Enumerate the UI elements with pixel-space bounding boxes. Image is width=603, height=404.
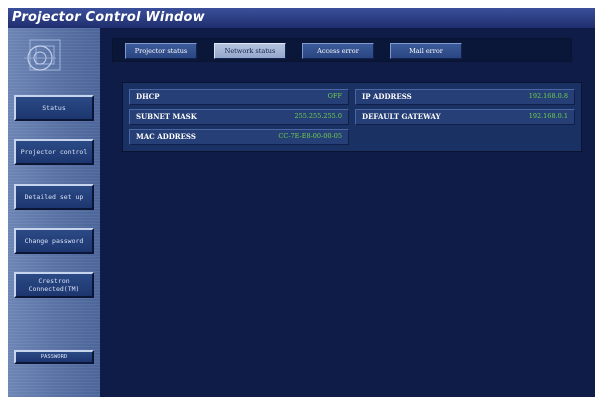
network-status-panel: DHCP OFF IP ADDRESS 192.168.0.8 SUBNET M… <box>122 82 582 152</box>
subnet-mask-label: SUBNET MASK <box>136 112 197 121</box>
sidebar-item-crestron-connected[interactable]: Crestron Connected(TM) <box>14 272 94 298</box>
tab-bar: Projector status Network status Access e… <box>112 38 572 62</box>
ip-address-label: IP ADDRESS <box>362 92 412 101</box>
window-title: Projector Control Window <box>12 10 205 25</box>
mac-address-value: CC-7E-E8-00-00-05 <box>278 132 342 140</box>
ip-address-row: IP ADDRESS 192.168.0.8 <box>355 89 575 105</box>
title-bar: Projector Control Window <box>8 8 595 28</box>
sidebar-item-detailed-set-up[interactable]: Detailed set up <box>14 184 94 210</box>
dhcp-row: DHCP OFF <box>129 89 349 105</box>
default-gateway-value: 192.168.0.1 <box>528 112 568 120</box>
tab-network-status[interactable]: Network status <box>214 43 286 59</box>
dhcp-value: OFF <box>327 92 342 100</box>
tab-mail-error[interactable]: Mail error <box>390 43 462 59</box>
dhcp-label: DHCP <box>136 92 160 101</box>
sidebar-item-change-password[interactable]: Change password <box>14 228 94 254</box>
app-window: Status Projector control Detailed set up… <box>8 28 595 397</box>
default-gateway-label: DEFAULT GATEWAY <box>362 112 441 121</box>
sidebar-item-projector-control[interactable]: Projector control <box>14 139 94 165</box>
ip-address-value: 192.168.0.8 <box>528 92 568 100</box>
tab-access-error[interactable]: Access error <box>302 43 374 59</box>
main-panel: Projector status Network status Access e… <box>100 28 595 397</box>
tab-projector-status[interactable]: Projector status <box>125 43 197 59</box>
password-button[interactable]: PASSWORD <box>14 350 94 364</box>
sidebar: Status Projector control Detailed set up… <box>8 28 100 397</box>
mac-address-label: MAC ADDRESS <box>136 132 196 141</box>
projector-logo-icon <box>24 39 61 71</box>
default-gateway-row: DEFAULT GATEWAY 192.168.0.1 <box>355 109 575 125</box>
mac-address-row: MAC ADDRESS CC-7E-E8-00-00-05 <box>129 129 349 145</box>
subnet-mask-row: SUBNET MASK 255.255.255.0 <box>129 109 349 125</box>
sidebar-item-status[interactable]: Status <box>14 95 94 121</box>
subnet-mask-value: 255.255.255.0 <box>294 112 342 120</box>
